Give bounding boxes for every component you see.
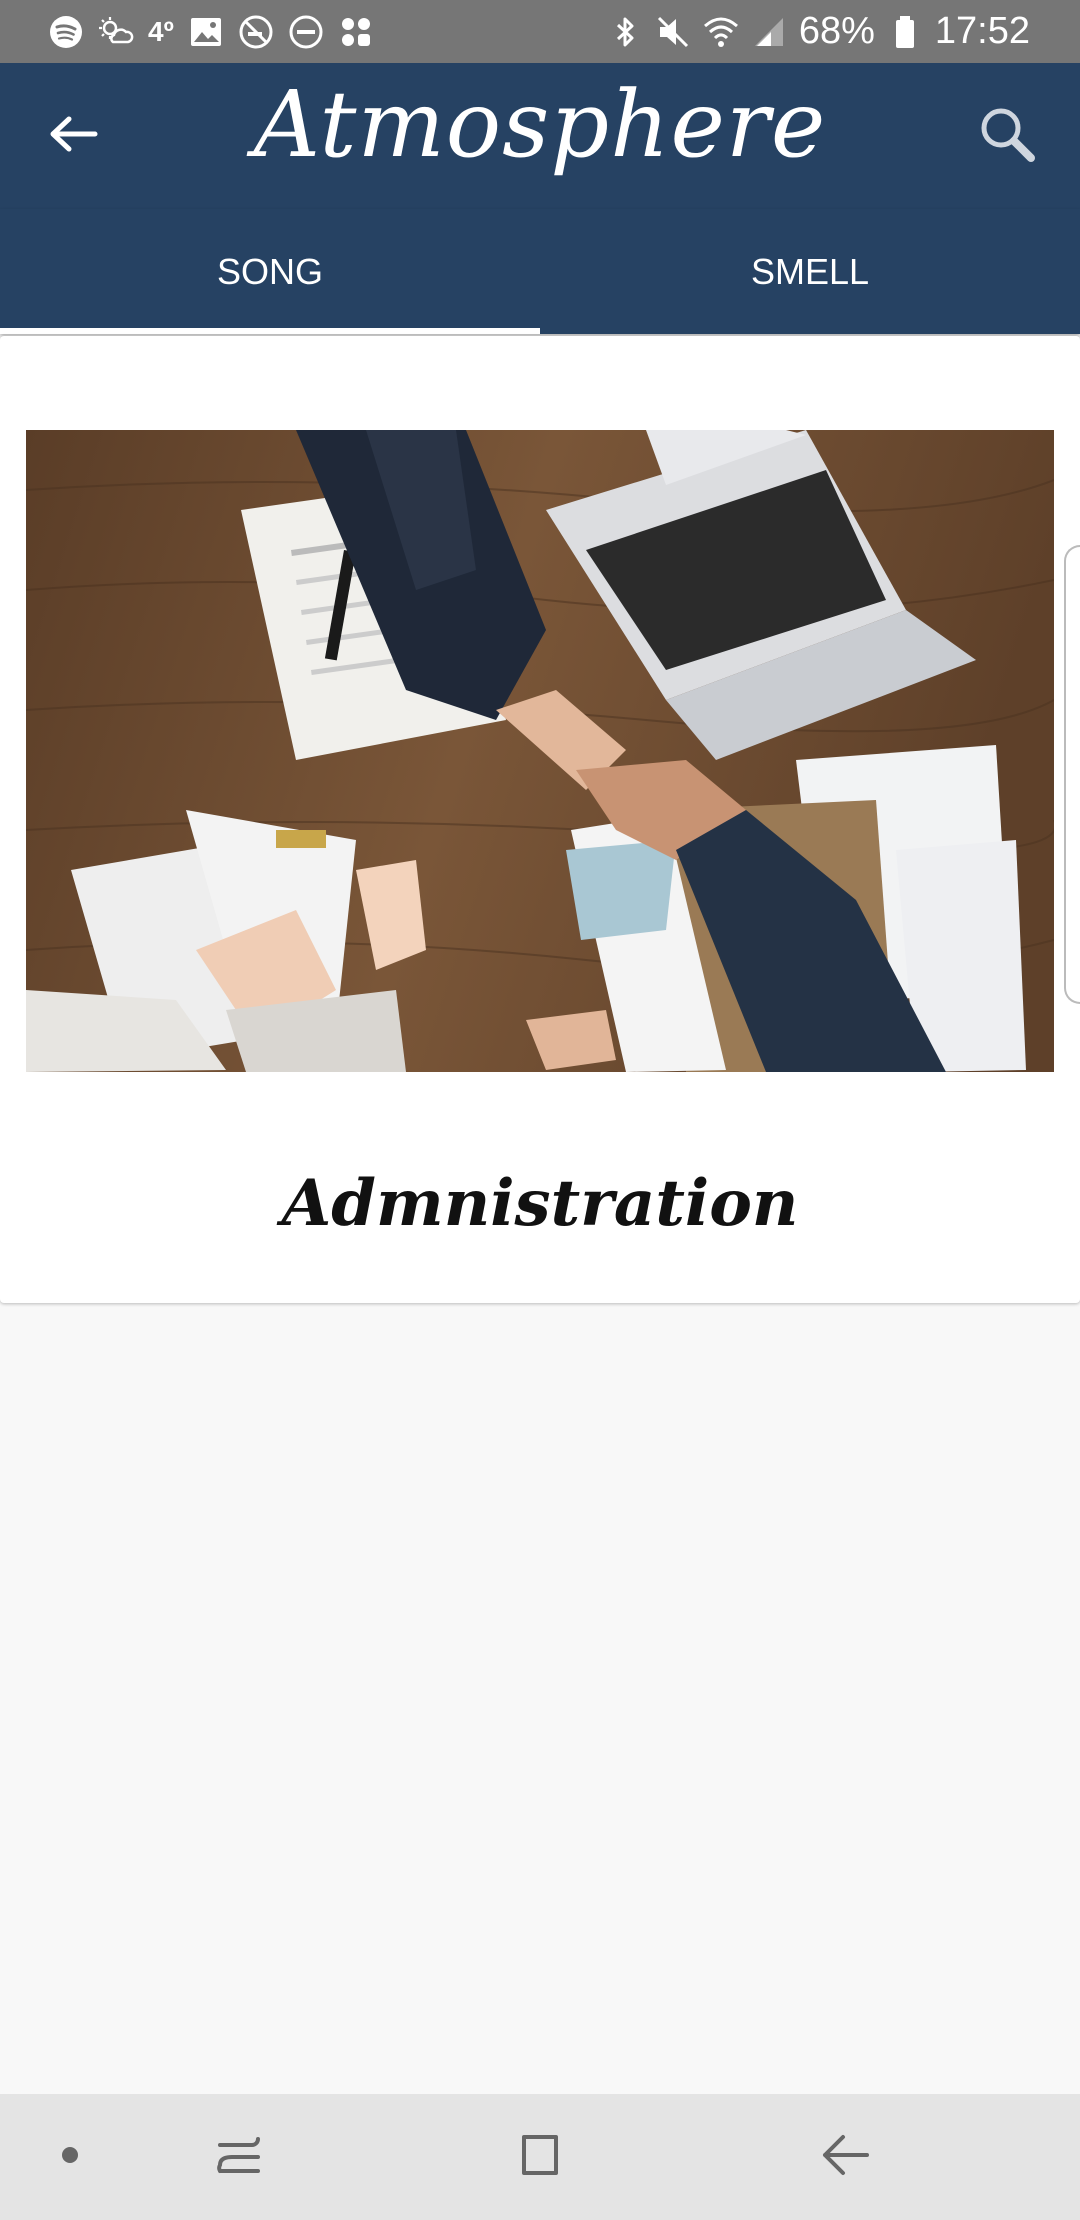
battery-icon xyxy=(887,14,923,50)
arrow-left-icon xyxy=(47,114,99,159)
card-title: Admnistration xyxy=(281,1166,799,1241)
status-bar: 4º 68% 17:52 xyxy=(0,0,1080,63)
status-bar-left: 4º xyxy=(48,0,374,63)
mute-icon xyxy=(655,14,691,50)
spotify-icon xyxy=(48,14,84,50)
status-bar-right: 68% 17:52 xyxy=(607,0,1030,63)
tab-song[interactable]: SONG xyxy=(0,209,540,334)
no-smoking-icon xyxy=(238,14,274,50)
nav-back-button[interactable] xyxy=(805,2122,885,2192)
back-button[interactable] xyxy=(30,101,116,171)
temperature-text: 4º xyxy=(148,15,174,47)
selected-tab-indicator xyxy=(0,328,540,334)
image-icon xyxy=(188,14,224,50)
app-title: Atmosphere xyxy=(253,71,827,178)
do-not-disturb-icon xyxy=(288,14,324,50)
category-card[interactable]: Admnistration xyxy=(0,336,1080,1303)
business-handshake-photo[interactable] xyxy=(26,430,1054,1072)
dot-icon xyxy=(60,2145,80,2170)
signal-icon xyxy=(751,14,787,50)
edge-panel-handle[interactable] xyxy=(1064,545,1080,1004)
search-icon xyxy=(977,104,1037,169)
weather-icon xyxy=(98,14,134,50)
nav-dot-button[interactable] xyxy=(30,2122,110,2192)
wifi-icon xyxy=(703,14,739,50)
system-nav-bar xyxy=(0,2094,1080,2220)
tab-bar: SONG SMELL xyxy=(0,209,1080,334)
tab-smell[interactable]: SMELL xyxy=(540,209,1080,334)
home-button[interactable] xyxy=(500,2122,580,2192)
search-button[interactable] xyxy=(964,101,1050,171)
clock: 17:52 xyxy=(934,10,1030,52)
recent-apps-button[interactable] xyxy=(200,2122,280,2192)
home-icon xyxy=(512,2127,568,2188)
recent-apps-icon xyxy=(212,2127,268,2188)
apps-icon xyxy=(338,14,374,50)
bluetooth-icon xyxy=(607,14,643,50)
battery-percent: 68% xyxy=(798,10,875,52)
back-icon xyxy=(817,2127,873,2188)
app-bar: Atmosphere xyxy=(0,63,1080,209)
